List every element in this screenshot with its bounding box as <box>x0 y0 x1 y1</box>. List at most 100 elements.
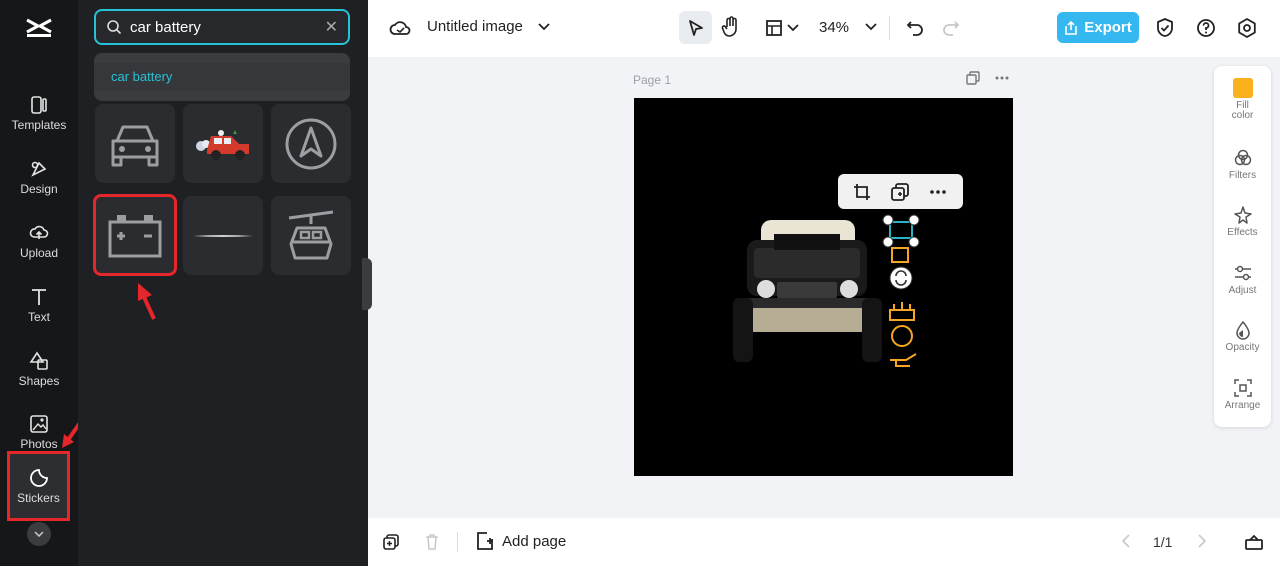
delete-page-button[interactable] <box>423 533 441 551</box>
crop-button[interactable] <box>852 182 872 202</box>
nav-text[interactable]: Text <box>0 277 78 333</box>
cursor-icon <box>688 19 703 36</box>
duplicate-page-icon[interactable] <box>966 71 980 85</box>
chevron-right-icon <box>1198 534 1206 548</box>
title-menu-button[interactable] <box>537 20 551 34</box>
security-button[interactable] <box>1154 17 1176 39</box>
stickers-icon <box>29 468 48 487</box>
nav-text-label: Text <box>27 309 50 324</box>
car-battery-icon <box>108 215 162 258</box>
duplicate-page-button[interactable] <box>382 533 400 551</box>
capcut-logo[interactable] <box>24 14 54 42</box>
hand-icon <box>721 16 737 37</box>
search-input[interactable]: car battery <box>130 19 325 36</box>
suv-image[interactable] <box>733 220 882 362</box>
prev-page-button[interactable] <box>1119 534 1133 548</box>
left-nav-rail: Templates Design Upload Text Shapes Phot… <box>0 0 84 566</box>
page-more-icon[interactable] <box>995 76 1009 80</box>
prop-adjust[interactable]: Adjust <box>1214 263 1271 296</box>
bottom-divider <box>457 532 458 552</box>
pages-panel-icon <box>1245 534 1263 550</box>
more-nav-button[interactable] <box>27 522 51 546</box>
canvas-artboard[interactable] <box>634 98 1013 476</box>
sticker-search-field[interactable]: car battery ✕ <box>94 9 350 45</box>
sticker-red-car[interactable] <box>183 104 263 183</box>
prop-opacity-label: Opacity <box>1225 342 1260 353</box>
nav-design[interactable]: Design <box>0 149 78 205</box>
selection-handles[interactable] <box>882 214 920 290</box>
hand-tool-button[interactable] <box>720 16 742 38</box>
cloud-save-button[interactable] <box>389 17 411 39</box>
prop-opacity[interactable]: Opacity <box>1214 320 1271 353</box>
upload-icon <box>29 225 49 239</box>
app-window: Templates Design Upload Text Shapes Phot… <box>0 0 1280 566</box>
templates-icon <box>31 95 47 114</box>
fill-color-swatch <box>1232 78 1253 98</box>
opacity-icon <box>1235 320 1250 340</box>
next-page-button[interactable] <box>1195 534 1209 548</box>
undo-icon <box>906 21 923 36</box>
prop-fill-color[interactable]: Fill color <box>1214 78 1271 121</box>
car-outline-icon <box>111 125 159 166</box>
canvas-content <box>733 214 920 367</box>
sticker-horizon-line[interactable] <box>183 196 263 275</box>
more-icon <box>930 190 946 194</box>
document-title[interactable]: Untitled image <box>427 18 523 35</box>
annotation-arrow-battery <box>138 283 156 320</box>
nav-upload[interactable]: Upload <box>0 213 78 269</box>
prop-effects[interactable]: Effects <box>1214 205 1271 238</box>
select-tool-button[interactable] <box>679 11 712 44</box>
chevron-down-icon <box>538 23 550 31</box>
zoom-menu-button[interactable] <box>864 20 878 34</box>
duplicate-element-button[interactable] <box>890 182 910 202</box>
prop-adjust-label: Adjust <box>1228 285 1257 296</box>
duplicate-icon <box>891 183 909 201</box>
horizon-line-icon <box>193 234 253 237</box>
undo-button[interactable] <box>904 17 926 39</box>
sticker-navigation[interactable] <box>271 104 351 183</box>
add-page-button[interactable]: Add page <box>476 532 566 550</box>
chevron-down-icon <box>787 24 799 32</box>
prop-arrange-label: Arrange <box>1224 400 1261 411</box>
help-button[interactable] <box>1195 17 1217 39</box>
text-icon <box>32 288 46 305</box>
sticker-car-outline[interactable] <box>95 104 175 183</box>
sticker-cable-car[interactable] <box>271 196 351 275</box>
settings-button[interactable] <box>1236 17 1258 39</box>
filters-icon <box>1234 149 1251 166</box>
photos-icon <box>30 414 48 433</box>
prop-arrange[interactable]: Arrange <box>1214 378 1271 411</box>
nav-templates-label: Templates <box>11 117 67 132</box>
nav-templates[interactable]: Templates <box>0 85 78 141</box>
sticker-car-battery[interactable] <box>93 194 177 276</box>
add-page-label: Add page <box>502 532 567 550</box>
cable-car-icon <box>288 210 334 259</box>
suggestion-item[interactable]: car battery <box>94 63 350 91</box>
nav-shapes-label: Shapes <box>18 373 60 388</box>
pages-panel-button[interactable] <box>1244 533 1264 551</box>
nav-shapes[interactable]: Shapes <box>0 341 78 397</box>
panel-collapse-handle[interactable] <box>362 258 372 310</box>
layout-menu-button[interactable] <box>762 17 802 39</box>
layout-icon <box>766 20 782 36</box>
clear-search-icon[interactable]: ✕ <box>325 17 338 37</box>
bottom-bar: Add page 1/1 <box>368 518 1280 566</box>
red-car-icon <box>196 129 249 160</box>
duplicate-icon <box>383 534 399 550</box>
element-toolbar <box>838 174 963 209</box>
nav-stickers[interactable]: Stickers <box>7 451 70 521</box>
zoom-level[interactable]: 34% <box>819 19 849 36</box>
prop-filters-label: Filters <box>1228 170 1257 181</box>
sticker-panel: car battery ✕ car battery <box>78 0 368 566</box>
search-icon <box>107 20 122 35</box>
prop-fill-color-label: Fill color <box>1231 100 1254 121</box>
adjust-icon <box>1234 265 1251 281</box>
export-button[interactable]: Export <box>1057 12 1139 43</box>
element-more-button[interactable] <box>928 182 948 202</box>
help-icon <box>1197 19 1215 37</box>
redo-button[interactable] <box>940 17 962 39</box>
add-page-icon <box>477 532 493 550</box>
redo-icon <box>943 21 960 36</box>
trash-icon <box>426 534 438 550</box>
prop-filters[interactable]: Filters <box>1214 148 1271 181</box>
